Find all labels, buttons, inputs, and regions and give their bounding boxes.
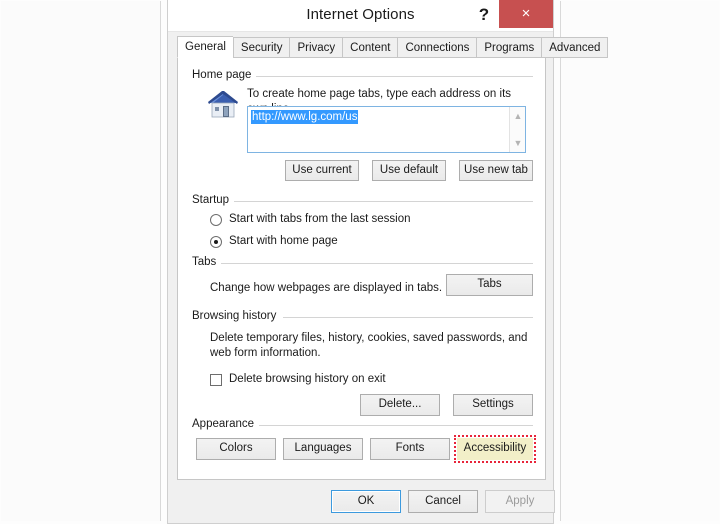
close-icon[interactable]: × [499,0,553,28]
group-divider [234,201,533,202]
browsing-history-description-line1: Delete temporary files, history, cookies… [210,332,528,344]
group-divider [283,317,533,318]
radio-start-with-last-session[interactable]: Start with tabs from the last session [210,212,411,227]
radio-label: Start with tabs from the last session [229,213,411,225]
use-current-button[interactable]: Use current [285,160,359,181]
browsing-history-group: Browsing history Delete temporary files,… [192,310,533,416]
tab-general[interactable]: General [177,36,233,58]
checkbox-icon[interactable] [210,373,222,386]
delete-button[interactable]: Delete... [360,394,440,416]
tabs-group-title: Tabs [192,256,222,268]
home-page-url-value: http://www.lg.com/us [251,110,359,124]
home-page-group-title: Home page [192,69,257,81]
tab-advanced[interactable]: Advanced [541,37,609,58]
browsing-history-description-line2: web form information. [210,347,321,359]
browsing-history-group-title: Browsing history [192,310,282,322]
use-default-button[interactable]: Use default [372,160,446,181]
settings-button[interactable]: Settings [453,394,533,416]
internet-options-dialog: Internet Options ? × General Security Pr… [167,0,609,524]
group-divider [256,425,533,426]
scroll-down-icon[interactable]: ▼ [510,136,526,150]
startup-group: Startup Start with tabs from the last se… [192,194,533,248]
scroll-up-icon[interactable]: ▲ [510,109,526,123]
tab-strip: General Security Privacy Content Connect… [177,36,609,58]
use-new-tab-button[interactable]: Use new tab [459,160,533,181]
radio-start-with-home-page[interactable]: Start with home page [210,234,338,249]
dialog-titlebar: Internet Options ? × [168,0,553,32]
tabs-description: Change how webpages are displayed in tab… [210,282,443,294]
cancel-button[interactable]: Cancel [408,490,478,513]
home-page-url-input[interactable]: http://www.lg.com/us ▲ ▼ [247,106,526,153]
radio-icon[interactable] [210,213,222,226]
tab-content[interactable]: Content [342,37,398,58]
fonts-button[interactable]: Fonts [370,438,450,460]
home-page-group: Home page To create home page tabs, type… [192,69,533,185]
ok-button[interactable]: OK [331,490,401,513]
dialog-footer: OK Cancel Apply [168,479,555,523]
tab-security[interactable]: Security [232,37,290,58]
colors-button[interactable]: Colors [196,438,276,460]
tab-programs[interactable]: Programs [476,37,542,58]
radio-label: Start with home page [229,235,338,247]
radio-icon[interactable] [210,235,222,248]
tabs-group: Tabs Change how webpages are displayed i… [192,256,533,302]
appearance-group: Appearance Colors Languages Fonts Access… [192,418,536,468]
house-icon [208,91,238,118]
group-divider [218,263,533,264]
home-page-scrollbar[interactable]: ▲ ▼ [509,107,525,152]
languages-button[interactable]: Languages [283,438,363,460]
delete-browsing-history-on-exit-checkbox[interactable]: Delete browsing history on exit [210,372,386,387]
tabs-button[interactable]: Tabs [446,274,533,296]
startup-group-title: Startup [192,194,235,206]
general-tab-panel: Home page To create home page tabs, type… [177,57,546,480]
checkbox-label: Delete browsing history on exit [229,373,386,385]
appearance-group-title: Appearance [192,418,260,430]
background-panel-right [560,1,719,521]
accessibility-button[interactable]: Accessibility [454,435,536,463]
group-divider [254,76,533,77]
apply-button: Apply [485,490,555,513]
help-icon[interactable]: ? [471,0,497,30]
tab-connections[interactable]: Connections [397,37,477,58]
tab-privacy[interactable]: Privacy [289,37,343,58]
background-panel-left [1,1,161,521]
